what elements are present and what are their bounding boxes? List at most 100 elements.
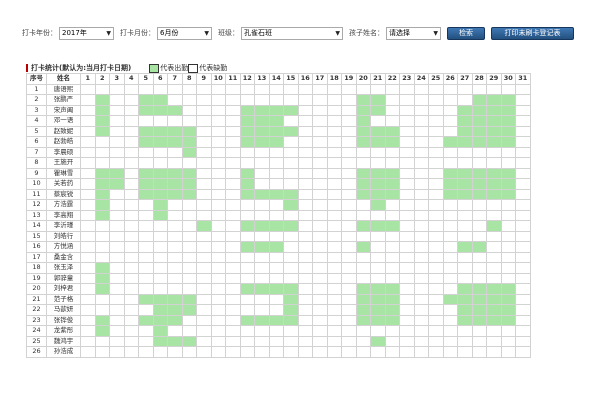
month-select[interactable]: 6月份 ▼	[157, 26, 212, 40]
attendance-cell-absent	[80, 272, 96, 284]
attendance-cell-absent	[283, 272, 299, 284]
attendance-section-header: 打卡统计(默认为:当月打卡日期) 代表出勤 代表缺勤	[26, 63, 227, 73]
row-seq: 16	[26, 241, 47, 253]
attendance-cell-absent	[326, 115, 342, 127]
attendance-cell-present	[457, 304, 473, 316]
row-seq: 9	[26, 167, 47, 179]
student-name: 魏鸿宇	[46, 335, 81, 347]
attendance-cell-present	[181, 136, 197, 148]
attendance-cell-absent	[486, 272, 502, 284]
attendance-cell-absent	[442, 94, 458, 106]
attendance-cell-absent	[515, 115, 531, 127]
attendance-cell-absent	[225, 199, 241, 211]
row-seq: 19	[26, 272, 47, 284]
attendance-cell-present	[254, 314, 270, 326]
attendance-cell-absent	[399, 178, 415, 190]
attendance-cell-present	[268, 115, 284, 127]
attendance-cell-absent	[225, 83, 241, 95]
attendance-cell-absent	[297, 199, 313, 211]
attendance-cell-present	[384, 178, 400, 190]
attendance-cell-absent	[457, 335, 473, 347]
day-header: 29	[486, 73, 502, 85]
search-button[interactable]: 检索	[447, 26, 485, 40]
attendance-cell-present	[152, 94, 168, 106]
attendance-cell-absent	[268, 178, 284, 190]
attendance-cell-absent	[80, 146, 96, 158]
student-name: 方浩霆	[46, 199, 81, 211]
table-row: 12 方浩霆	[26, 199, 531, 211]
attendance-cell-present	[268, 241, 284, 253]
attendance-cell-absent	[341, 83, 357, 95]
attendance-cell-absent	[312, 136, 328, 148]
attendance-cell-absent	[341, 157, 357, 169]
attendance-cell-absent	[341, 314, 357, 326]
attendance-cell-absent	[486, 199, 502, 211]
attendance-cell-absent	[109, 251, 125, 263]
attendance-cell-absent	[225, 262, 241, 274]
attendance-cell-absent	[341, 115, 357, 127]
attendance-cell-absent	[413, 125, 429, 137]
attendance-cell-absent	[326, 314, 342, 326]
attendance-cell-present	[152, 335, 168, 347]
attendance-cell-absent	[312, 157, 328, 169]
attendance-cell-present	[239, 167, 255, 179]
attendance-cell-absent	[297, 167, 313, 179]
attendance-cell-present	[471, 125, 487, 137]
attendance-cell-absent	[413, 325, 429, 337]
year-select[interactable]: 2017年 ▼	[59, 26, 114, 40]
attendance-cell-absent	[196, 272, 212, 284]
attendance-cell-absent	[370, 251, 386, 263]
attendance-cell-absent	[210, 220, 226, 232]
attendance-cell-absent	[152, 146, 168, 158]
day-header: 16	[297, 73, 313, 85]
attendance-cell-absent	[268, 304, 284, 316]
attendance-cell-present	[94, 188, 110, 200]
row-seq: 10	[26, 178, 47, 190]
attendance-cell-present	[152, 209, 168, 221]
attendance-cell-absent	[210, 209, 226, 221]
attendance-cell-absent	[196, 346, 212, 358]
attendance-cell-absent	[109, 283, 125, 295]
class-select[interactable]: 孔雀石班 ▼	[241, 26, 343, 40]
attendance-cell-absent	[297, 262, 313, 274]
table-row: 8 王施开	[26, 157, 531, 169]
attendance-cell-absent	[80, 178, 96, 190]
day-header: 28	[471, 73, 487, 85]
attendance-cell-absent	[399, 188, 415, 200]
attendance-cell-absent	[341, 104, 357, 116]
attendance-cell-absent	[181, 262, 197, 274]
attendance-cell-absent	[196, 125, 212, 137]
attendance-cell-absent	[428, 136, 444, 148]
attendance-cell-absent	[341, 136, 357, 148]
attendance-cell-present	[457, 314, 473, 326]
attendance-cell-present	[370, 136, 386, 148]
attendance-cell-present	[471, 314, 487, 326]
legend-absent-swatch	[188, 63, 199, 73]
attendance-cell-absent	[355, 325, 371, 337]
attendance-table: 序号 姓名 1 2 3 4 5 6 7 8 9 10 11 12 13 14 15 16 17 18 19 20 21 2…	[26, 73, 531, 358]
attendance-cell-present	[355, 104, 371, 116]
student-name: 方悦涵	[46, 241, 81, 253]
attendance-cell-absent	[123, 136, 139, 148]
table-row: 23 张铧俊	[26, 314, 531, 326]
attendance-cell-present	[268, 314, 284, 326]
attendance-cell-absent	[225, 241, 241, 253]
print-unswiped-register-button[interactable]: 打印未刷卡登记表	[491, 26, 574, 40]
attendance-cell-absent	[109, 314, 125, 326]
student-name: 张铧俊	[46, 314, 81, 326]
attendance-cell-absent	[196, 167, 212, 179]
attendance-cell-present	[109, 178, 125, 190]
attendance-cell-absent	[355, 157, 371, 169]
attendance-cell-absent	[326, 188, 342, 200]
attendance-cell-absent	[138, 115, 154, 127]
attendance-cell-absent	[283, 136, 299, 148]
attendance-cell-absent	[399, 272, 415, 284]
attendance-cell-absent	[268, 94, 284, 106]
attendance-cell-present	[138, 293, 154, 305]
attendance-cell-absent	[123, 167, 139, 179]
day-header: 26	[442, 73, 458, 85]
attendance-cell-absent	[486, 346, 502, 358]
attendance-cell-absent	[312, 230, 328, 242]
attendance-cell-absent	[109, 325, 125, 337]
child-select[interactable]: 请选择 ▼	[386, 26, 441, 40]
